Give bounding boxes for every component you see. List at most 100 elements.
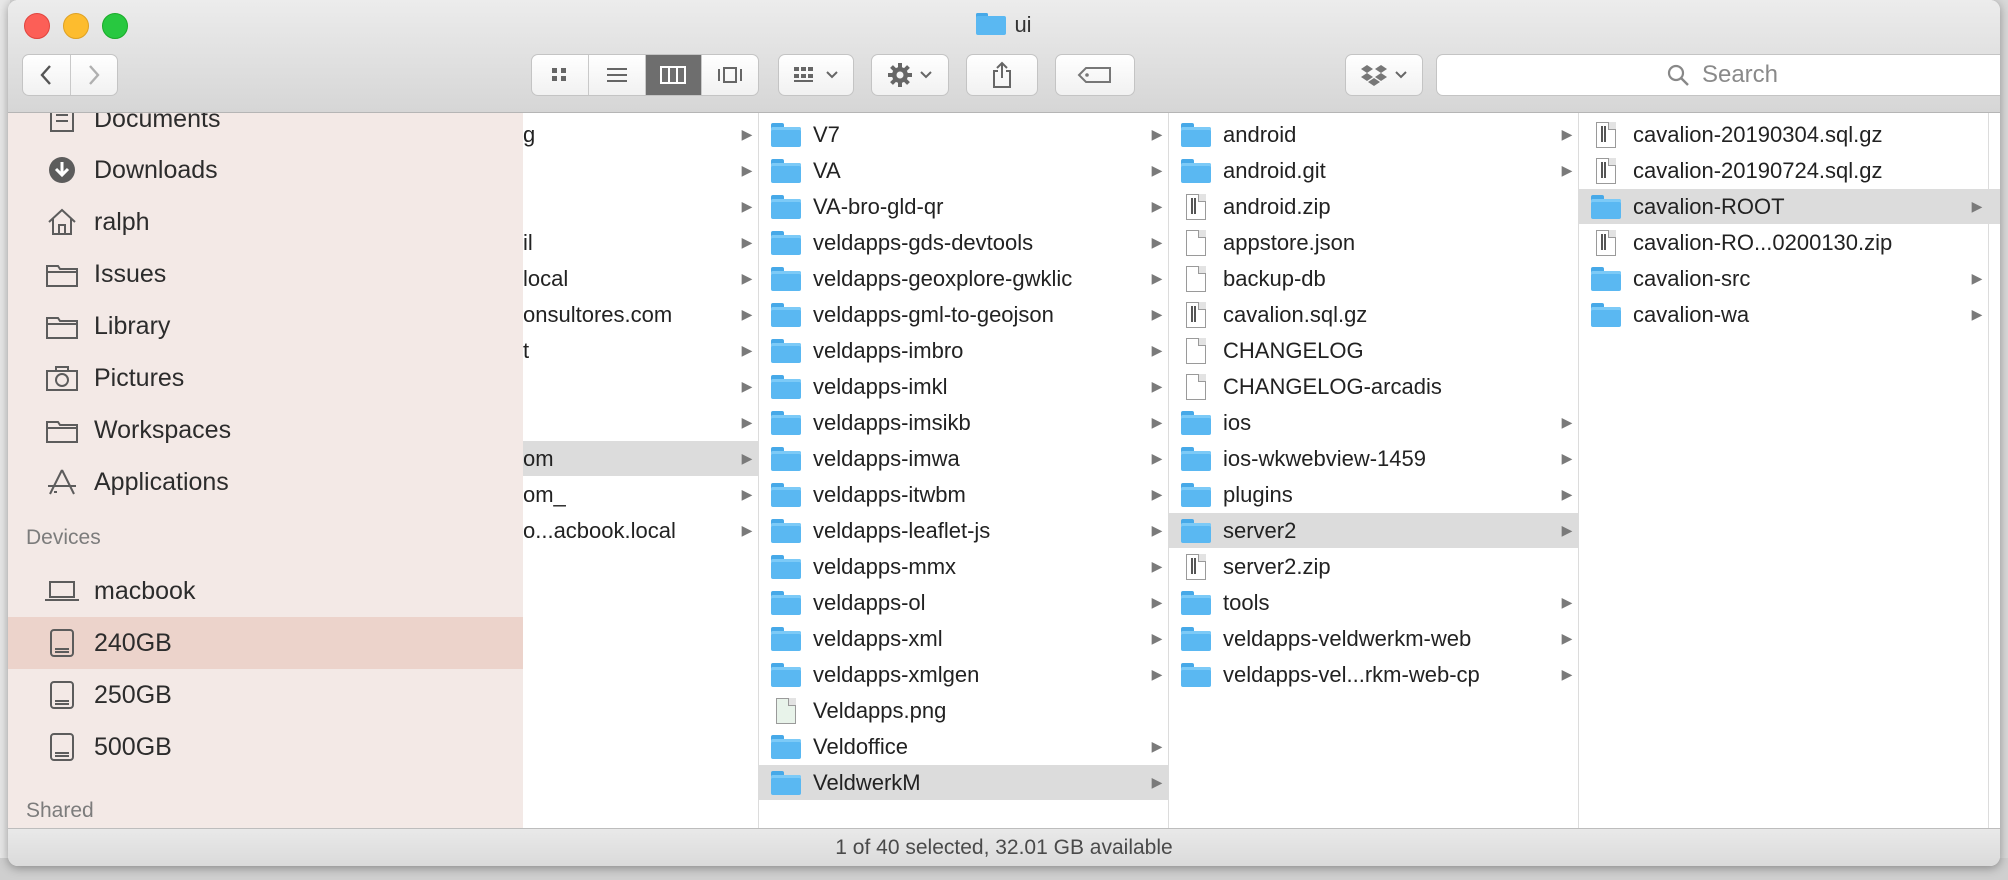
icon-view-button[interactable]: [532, 55, 589, 95]
sidebar-item-workspaces[interactable]: Workspaces: [8, 404, 523, 456]
column-row[interactable]: veldapps-xml ▶: [759, 621, 1168, 656]
share-button[interactable]: [966, 54, 1038, 96]
column-row[interactable]: veldapps-vel...rkm-web-cp ▶: [1169, 657, 1578, 692]
column-row[interactable]: il ▶: [523, 225, 758, 260]
disclosure-arrow-icon: ▶: [741, 306, 753, 322]
row-label: cavalion-20190304.sql.gz: [1633, 121, 1883, 147]
arrange-button[interactable]: [778, 54, 854, 96]
column-row[interactable]: ios ▶: [1169, 405, 1578, 440]
sidebar-item-issues[interactable]: Issues: [8, 248, 523, 300]
toolbar: ui Search: [8, 0, 2000, 113]
search-icon: [1667, 64, 1689, 86]
sidebar-item-250gb[interactable]: 250GB: [8, 669, 523, 721]
column-row[interactable]: t ▶: [523, 333, 758, 368]
column-row[interactable]: backup-db: [1169, 261, 1578, 296]
column-row[interactable]: [1989, 117, 2000, 152]
sidebar-item-downloads[interactable]: Downloads: [8, 144, 523, 196]
column-row[interactable]: VA-bro-gld-qr ▶: [759, 189, 1168, 224]
column-row[interactable]: cavalion.sql.gz: [1169, 297, 1578, 332]
column-row[interactable]: [1989, 153, 2000, 188]
column-row[interactable]: veldapps-itwbm ▶: [759, 477, 1168, 512]
folder-icon: [771, 446, 801, 472]
column-row[interactable]: veldapps-mmx ▶: [759, 549, 1168, 584]
column-row[interactable]: cavalion-RO...0200130.zip: [1579, 225, 1988, 260]
sidebar-item-documents[interactable]: Documents: [8, 113, 523, 145]
sidebar-item-ralph[interactable]: ralph: [8, 196, 523, 248]
column-row[interactable]: cavalion-20190724.sql.gz: [1579, 153, 1988, 188]
column-row[interactable]: android.zip: [1169, 189, 1578, 224]
dropbox-button[interactable]: [1345, 54, 1423, 96]
column-row[interactable]: veldapps-gml-to-geojson ▶: [759, 297, 1168, 332]
back-button[interactable]: [23, 55, 71, 95]
column-row[interactable]: android.git ▶: [1169, 153, 1578, 188]
archive-icon: [1181, 193, 1211, 220]
forward-button[interactable]: [71, 55, 118, 95]
column-row[interactable]: veldapps-imbro ▶: [759, 333, 1168, 368]
row-label: cavalion-20190724.sql.gz: [1633, 157, 1883, 183]
list-view-button[interactable]: [589, 55, 646, 95]
folder-icon: [771, 410, 801, 436]
column-row[interactable]: Veldoffice ▶: [759, 729, 1168, 764]
row-label: onsultores.com: [523, 301, 673, 327]
column-row[interactable]: onsultores.com ▶: [523, 297, 758, 332]
tags-button[interactable]: [1055, 54, 1135, 96]
browser-column-2: V7 ▶ VA ▶ VA-bro-gld-qr ▶ veldapps-gds-devtool…: [759, 113, 1169, 828]
column-row[interactable]: V7 ▶: [759, 117, 1168, 152]
column-row[interactable]: veldapps-ol ▶: [759, 585, 1168, 620]
column-row[interactable]: veldapps-imkl ▶: [759, 369, 1168, 404]
column-row[interactable]: veldapps-leaflet-js ▶: [759, 513, 1168, 548]
search-field[interactable]: Search: [1436, 54, 2000, 96]
column-row[interactable]: VA ▶: [759, 153, 1168, 188]
column-view-button[interactable]: [645, 55, 703, 95]
column-row[interactable]: cavalion-wa ▶: [1579, 297, 1988, 332]
column-row[interactable]: CHANGELOG-arcadis: [1169, 369, 1578, 404]
chevron-down-icon: [826, 71, 838, 79]
action-button[interactable]: [871, 54, 949, 96]
column-row[interactable]: veldapps-gds-devtools ▶: [759, 225, 1168, 260]
column-row[interactable]: [1989, 189, 2000, 224]
sidebar-item-500gb[interactable]: 500GB: [8, 721, 523, 773]
column-row[interactable]: local ▶: [523, 261, 758, 296]
column-row[interactable]: plugins ▶: [1169, 477, 1578, 512]
row-label: veldapps-ol: [813, 589, 926, 615]
sidebar-item-pictures[interactable]: Pictures: [8, 352, 523, 404]
drive-icon: [42, 625, 82, 661]
column-row[interactable]: veldapps-xmlgen ▶: [759, 657, 1168, 692]
column-row[interactable]: Veldapps.png: [759, 693, 1168, 728]
row-label: cavalion-ROOT: [1633, 193, 1785, 219]
column-row[interactable]: ▶: [523, 153, 758, 188]
row-label: server2: [1223, 517, 1297, 543]
column-row[interactable]: cavalion-20190304.sql.gz: [1579, 117, 1988, 152]
row-label: cavalion-RO...0200130.zip: [1633, 229, 1893, 255]
column-row[interactable]: android ▶: [1169, 117, 1578, 152]
column-row[interactable]: server2 ▶: [1169, 513, 1578, 548]
column-row[interactable]: ▶: [523, 405, 758, 440]
row-label: cavalion.sql.gz: [1223, 301, 1368, 327]
column-row[interactable]: appstore.json: [1169, 225, 1578, 260]
sidebar-item-macbook[interactable]: macbook: [8, 565, 523, 617]
column-row[interactable]: g ▶: [523, 117, 758, 152]
column-row[interactable]: om ▶: [523, 441, 758, 476]
column-row[interactable]: veldapps-veldwerkm-web ▶: [1169, 621, 1578, 656]
column-row[interactable]: veldapps-geoxplore-gwklic ▶: [759, 261, 1168, 296]
column-row[interactable]: tools ▶: [1169, 585, 1578, 620]
sidebar-item-240gb[interactable]: 240GB: [8, 617, 523, 669]
sidebar-item-applications[interactable]: Applications: [8, 456, 523, 508]
column-row[interactable]: ios-wkwebview-1459 ▶: [1169, 441, 1578, 476]
column-row[interactable]: cavalion-src ▶: [1579, 261, 1988, 296]
column-row[interactable]: veldapps-imsikb ▶: [759, 405, 1168, 440]
column-row[interactable]: server2.zip: [1169, 549, 1578, 584]
sidebar-item-label: Pictures: [94, 363, 185, 392]
column-row[interactable]: om_ ▶: [523, 477, 758, 512]
cover-flow-button[interactable]: [702, 55, 758, 95]
sidebar-item-library[interactable]: Library: [8, 300, 523, 352]
column-row[interactable]: CHANGELOG: [1169, 333, 1578, 368]
column-row[interactable]: cavalion-ROOT ▶: [1579, 189, 1988, 224]
column-row[interactable]: o...acbook.local ▶: [523, 513, 758, 548]
column-row[interactable]: VeldwerkM ▶: [759, 765, 1168, 800]
dropbox-icon: [1361, 65, 1387, 86]
column-row[interactable]: ▶: [523, 369, 758, 404]
column-row[interactable]: veldapps-imwa ▶: [759, 441, 1168, 476]
folder-icon: [1181, 626, 1211, 652]
column-row[interactable]: ▶: [523, 189, 758, 224]
